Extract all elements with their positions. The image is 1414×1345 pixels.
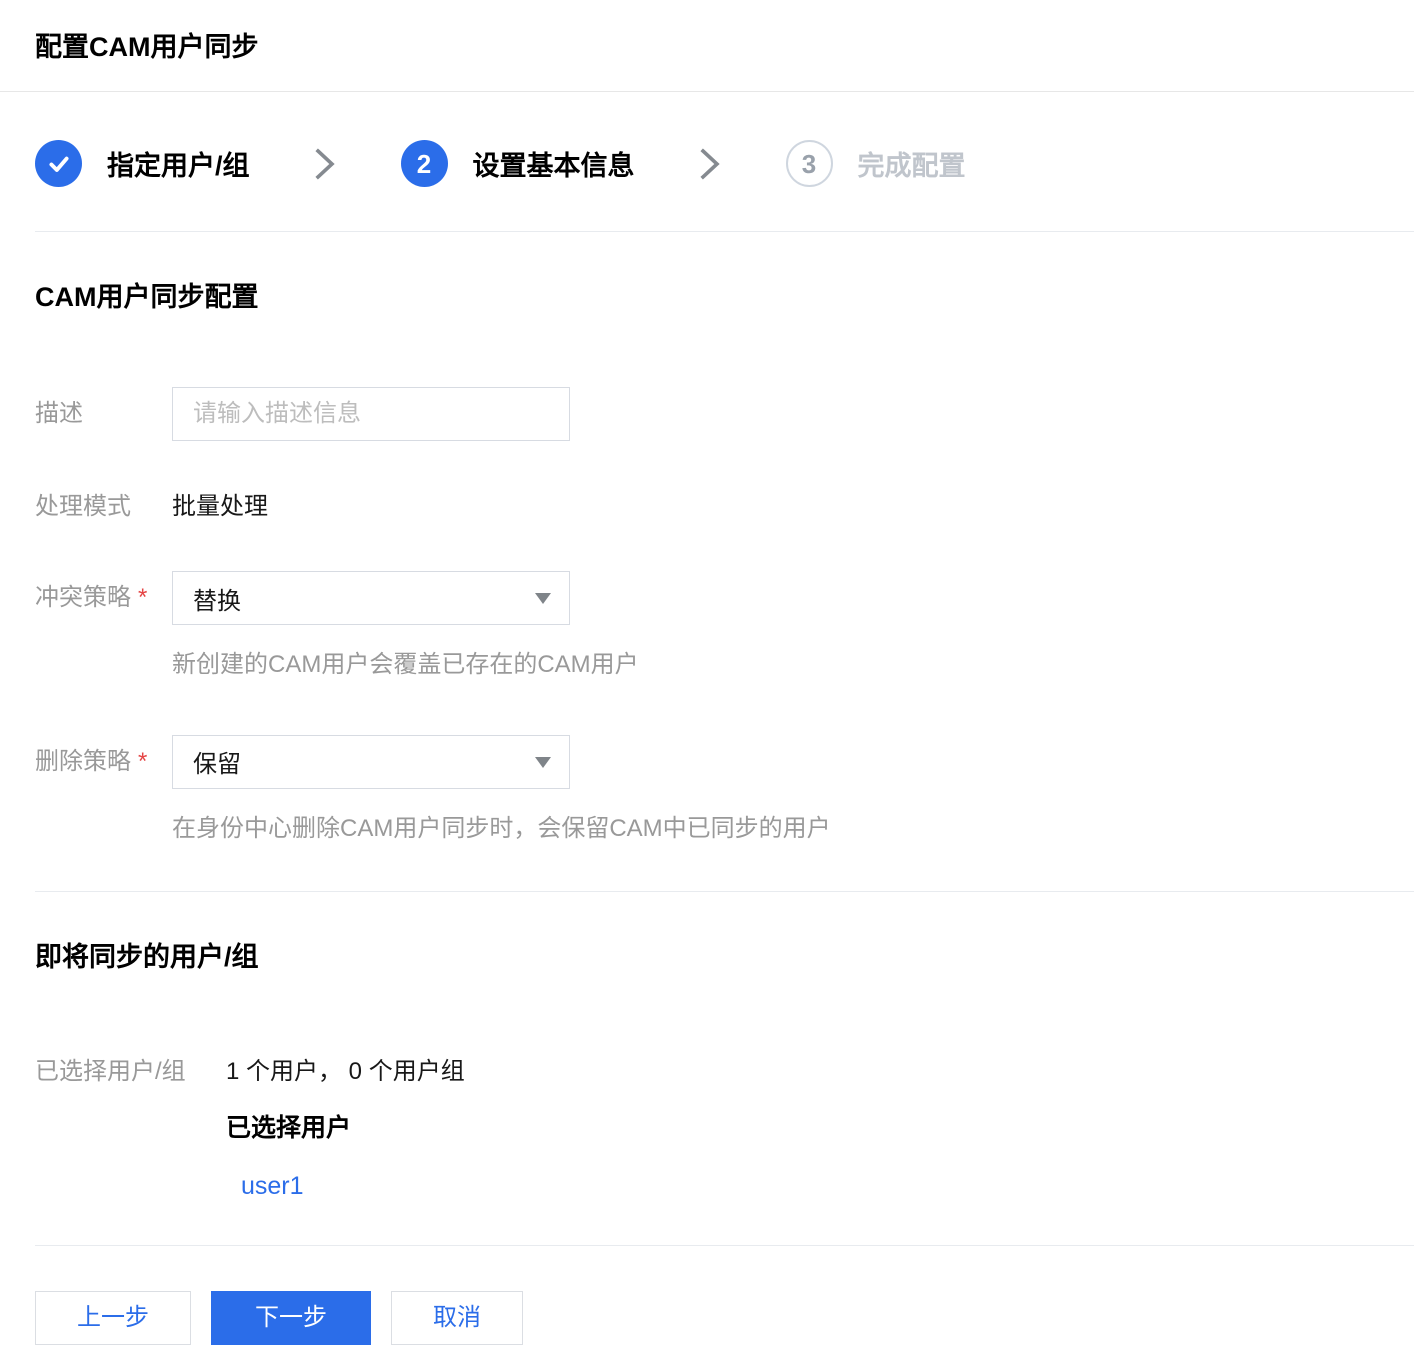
step-1-label: 指定用户/组 — [107, 144, 250, 183]
check-icon — [46, 151, 72, 177]
step-3-number: 3 — [802, 151, 816, 177]
next-step-button[interactable]: 下一步 — [211, 1291, 371, 1345]
conflict-policy-help: 新创建的CAM用户会覆盖已存在的CAM用户 — [172, 649, 639, 680]
conflict-policy-select[interactable]: 替换 — [172, 571, 570, 625]
prev-step-button[interactable]: 上一步 — [35, 1291, 191, 1345]
process-mode-value: 批量处理 — [172, 493, 268, 521]
step-2-number: 2 — [417, 151, 431, 177]
delete-policy-select[interactable]: 保留 — [172, 735, 570, 789]
selected-users-row: 已选择用户/组 1 个用户， 0 个用户组 已选择用户 user1 — [0, 1057, 1414, 1201]
step-3-finish: 3 完成配置 — [786, 140, 966, 187]
conflict-policy-value: 替换 — [193, 581, 241, 616]
required-asterisk: * — [138, 748, 147, 775]
delete-policy-label: 删除策略* — [35, 735, 172, 776]
conflict-policy-label: 冲突策略* — [35, 571, 172, 612]
description-input[interactable] — [172, 387, 570, 441]
footer-actions: 上一步 下一步 取消 — [0, 1291, 1414, 1345]
selected-user-link[interactable]: user1 — [241, 1171, 304, 1201]
footer-divider — [35, 1245, 1414, 1246]
config-section-title: CAM用户同步配置 — [35, 281, 1379, 313]
selected-users-detail: 1 个用户， 0 个用户组 已选择用户 user1 — [226, 1057, 465, 1201]
selected-users-label: 已选择用户/组 — [35, 1057, 226, 1087]
description-control — [172, 387, 570, 441]
description-row: 描述 — [35, 387, 1414, 441]
step-2-basic-info: 2 设置基本信息 — [401, 140, 635, 187]
dropdown-caret-icon — [535, 757, 551, 768]
process-mode-label: 处理模式 — [35, 493, 172, 521]
step-1-specify-users: 指定用户/组 — [35, 140, 250, 187]
step-3-label: 完成配置 — [858, 144, 966, 183]
page-title: 配置CAM用户同步 — [35, 30, 1379, 65]
steps-divider — [35, 231, 1414, 232]
section-divider — [35, 891, 1414, 892]
sync-section-title: 即将同步的用户/组 — [35, 941, 1379, 973]
selected-users-summary: 1 个用户， 0 个用户组 — [226, 1057, 465, 1087]
step-2-label: 设置基本信息 — [473, 144, 635, 183]
delete-policy-row: 删除策略* 保留 在身份中心删除CAM用户同步时，会保留CAM中已同步的用户 — [35, 735, 1414, 844]
selected-users-list-title: 已选择用户 — [226, 1113, 465, 1143]
delete-policy-help: 在身份中心删除CAM用户同步时，会保留CAM中已同步的用户 — [172, 813, 831, 844]
required-asterisk: * — [138, 584, 147, 611]
delete-policy-value: 保留 — [193, 744, 241, 779]
step-indicator: 指定用户/组 2 设置基本信息 3 完成配置 — [0, 140, 1414, 187]
step-3-circle: 3 — [786, 140, 833, 187]
conflict-policy-control: 替换 新创建的CAM用户会覆盖已存在的CAM用户 — [172, 571, 639, 680]
config-form: 描述 处理模式 批量处理 冲突策略* 替换 新创建的CAM用户会覆盖已存在的CA… — [0, 387, 1414, 843]
cancel-button[interactable]: 取消 — [391, 1291, 523, 1345]
dropdown-caret-icon — [535, 593, 551, 604]
step-1-circle — [35, 140, 82, 187]
step-2-circle: 2 — [401, 140, 448, 187]
description-label: 描述 — [35, 387, 172, 428]
conflict-policy-row: 冲突策略* 替换 新创建的CAM用户会覆盖已存在的CAM用户 — [35, 571, 1414, 680]
chevron-right-icon — [699, 147, 722, 181]
page-header: 配置CAM用户同步 — [0, 0, 1414, 92]
process-mode-row: 处理模式 批量处理 — [35, 493, 1414, 521]
chevron-right-icon — [314, 147, 337, 181]
delete-policy-control: 保留 在身份中心删除CAM用户同步时，会保留CAM中已同步的用户 — [172, 735, 831, 844]
